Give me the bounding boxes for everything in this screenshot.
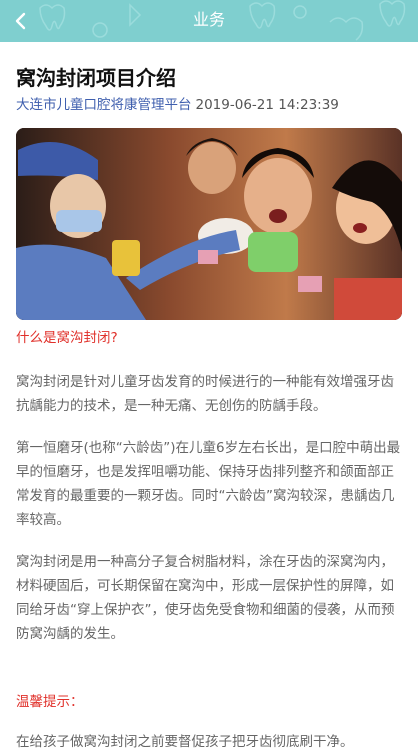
top-nav-bar: 业务 — [0, 0, 418, 42]
paragraph: 第一恒磨牙(也称“六龄齿”)在儿童6岁左右长出，是口腔中萌出最早的恒磨牙，也是发… — [16, 440, 401, 528]
article-source: 大连市儿童口腔将康管理平台 — [16, 97, 192, 113]
paragraph: 窝沟封闭是针对儿童牙齿发育的时候进行的一种能有效增强牙齿抗龋能力的技术，是一种无… — [16, 374, 394, 414]
tip-text: 在给孩子做窝沟封闭之前要督促孩子把牙齿彻底刷干净。 — [16, 734, 354, 750]
section-label: 什么是窝沟封闭? — [16, 330, 118, 346]
article-meta: 大连市儿童口腔将康管理平台 2019-06-21 14:23:39 — [16, 94, 402, 116]
article-content: 窝沟封闭项目介绍 大连市儿童口腔将康管理平台 2019-06-21 14:23:3… — [16, 62, 402, 754]
paragraph: 窝沟封闭是用一种高分子复合树脂材料，涂在牙齿的深窝沟内，材料硬固后，可长期保留在… — [16, 554, 395, 642]
article-hero-image — [16, 128, 402, 320]
article-title: 窝沟封闭项目介绍 — [16, 66, 176, 90]
dentist-children-photo — [16, 128, 402, 320]
tip-label: 温馨提示： — [16, 694, 84, 710]
article-date: 2019-06-21 14:23:39 — [195, 97, 339, 113]
page-title: 业务 — [192, 10, 225, 29]
